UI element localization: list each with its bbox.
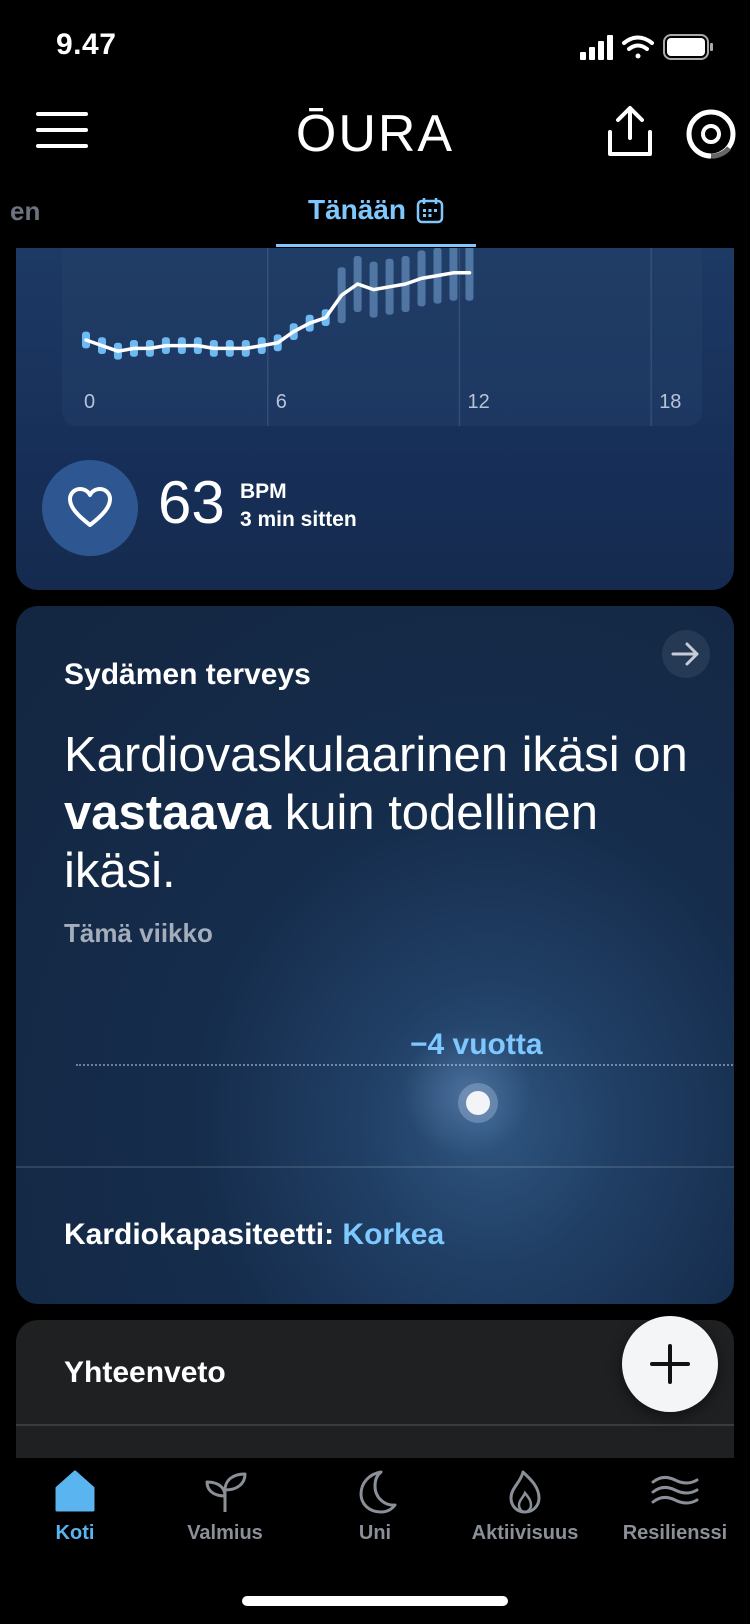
nav-label: Koti: [55, 1522, 95, 1544]
divider: [16, 1166, 734, 1168]
summary-card[interactable]: Yhteenveto: [16, 1320, 734, 1460]
x-tick-label: 0: [84, 391, 95, 413]
chart-x-ticks: 0 6 12 18: [84, 391, 681, 413]
age-scale-line: [76, 1064, 734, 1066]
nav-label: Valmius: [187, 1522, 263, 1544]
home-indicator: [242, 1596, 508, 1606]
add-button[interactable]: [622, 1316, 718, 1412]
age-difference: −4 vuotta: [410, 1028, 543, 1061]
heart-rate-value: 63: [158, 469, 225, 536]
x-tick-label: 18: [659, 391, 681, 413]
summary-title: Yhteenveto: [64, 1356, 226, 1389]
flame-icon: [509, 1470, 541, 1514]
divider: [16, 1424, 734, 1426]
nav-label: Aktiivisuus: [471, 1522, 579, 1544]
age-marker-dot: [466, 1091, 490, 1115]
heart-rate-chart: 0 6 12 18: [82, 248, 681, 426]
heart-health-period: Tämä viikko: [64, 918, 213, 948]
cardio-capacity-value: Korkea: [342, 1218, 445, 1251]
chart-grid: [266, 248, 652, 426]
heart-health-headline: Kardiovaskulaarinen ikäsi on vastaava ku…: [64, 728, 688, 898]
tab-today-label: Tänään: [308, 194, 407, 225]
tab-today[interactable]: Tänään: [308, 194, 444, 226]
nav-item-aktiivisuus[interactable]: Aktiivisuus: [450, 1468, 600, 1545]
battery-icon: [663, 34, 713, 60]
waves-icon: [651, 1475, 699, 1505]
tab-previous[interactable]: en: [10, 196, 40, 227]
home-icon: [55, 1470, 95, 1512]
x-tick-label: 12: [467, 391, 489, 413]
heart-icon: [68, 487, 112, 527]
heart-health-title: Sydämen terveys: [64, 658, 311, 691]
cellular-signal-icon: [580, 35, 613, 60]
tab-active-indicator: [276, 244, 476, 247]
calendar-icon: [416, 198, 444, 224]
nav-item-koti[interactable]: Koti: [0, 1468, 150, 1545]
nav-label: Resilienssi: [622, 1522, 728, 1544]
heart-rate-card[interactable]: 0 6 12 18 63 BPM 3 min sitten: [16, 248, 734, 590]
heart-health-card[interactable]: Sydämen terveys Kardiovaskulaarinen ikäs…: [16, 606, 734, 1304]
headline-emphasis: vastaava: [64, 786, 272, 840]
arrow-right-icon[interactable]: [662, 630, 710, 678]
share-icon[interactable]: [604, 104, 656, 160]
cardio-capacity-label: Kardiokapasiteetti:: [64, 1218, 335, 1251]
moon-icon: [359, 1470, 397, 1514]
status-time: 9.47: [56, 28, 117, 61]
ring-status-icon[interactable]: [683, 106, 739, 162]
plus-icon: [650, 1344, 690, 1384]
nav-item-valmius[interactable]: Valmius: [150, 1468, 300, 1545]
heart-rate-badge: [42, 460, 138, 556]
nav-item-uni[interactable]: Uni: [300, 1468, 450, 1545]
nav-label: Uni: [358, 1522, 392, 1544]
heart-rate-time-ago: 3 min sitten: [240, 508, 357, 531]
sprout-icon: [205, 1472, 247, 1512]
wifi-icon: [622, 35, 654, 59]
heart-rate-unit: BPM: [240, 480, 287, 503]
status-icons: [580, 34, 713, 60]
nav-item-resilienssi[interactable]: Resilienssi: [600, 1468, 750, 1545]
x-tick-label: 6: [276, 391, 287, 413]
cardio-capacity: Kardiokapasiteetti: Korkea: [64, 1218, 444, 1252]
